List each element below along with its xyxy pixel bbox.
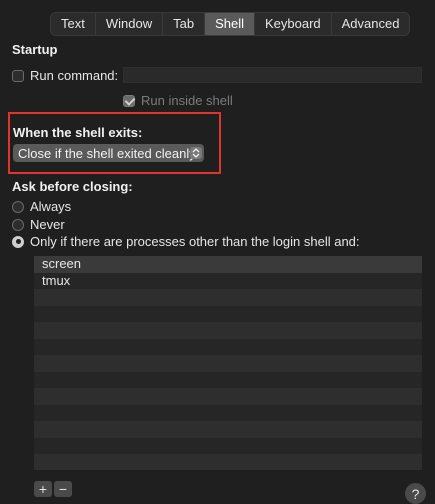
run-inside-shell-label: Run inside shell bbox=[141, 93, 233, 108]
list-item[interactable]: tmux bbox=[34, 272, 422, 289]
radio-always-row: Always bbox=[12, 199, 71, 214]
tab-text[interactable]: Text bbox=[51, 13, 95, 35]
run-command-field[interactable] bbox=[123, 67, 422, 83]
empty-list-row bbox=[34, 437, 422, 454]
list-edit-buttons: + − bbox=[34, 481, 72, 497]
empty-list-row bbox=[34, 404, 422, 421]
empty-list-row bbox=[34, 371, 422, 388]
radio-only-if-processes[interactable] bbox=[12, 235, 24, 248]
empty-list-row bbox=[34, 305, 422, 322]
run-command-row: Run command: bbox=[12, 68, 118, 83]
run-inside-shell-row: Run inside shell bbox=[123, 93, 233, 108]
list-item[interactable]: screen bbox=[34, 256, 422, 273]
tab-tab[interactable]: Tab bbox=[162, 13, 204, 35]
radio-only-if-row: Only if there are processes other than t… bbox=[12, 234, 360, 249]
up-down-chevron-icon bbox=[190, 147, 202, 159]
tab-window[interactable]: Window bbox=[94, 13, 162, 35]
empty-list-row bbox=[34, 454, 422, 470]
radio-always[interactable] bbox=[12, 200, 24, 213]
startup-heading: Startup bbox=[12, 42, 58, 57]
tab-keyboard[interactable]: Keyboard bbox=[253, 13, 331, 35]
radio-only-if-label: Only if there are processes other than t… bbox=[30, 234, 360, 249]
ask-before-closing-heading: Ask before closing: bbox=[12, 179, 133, 194]
empty-list-row bbox=[34, 355, 422, 372]
radio-always-label: Always bbox=[30, 199, 72, 214]
tab-shell[interactable]: Shell bbox=[204, 13, 254, 35]
help-button[interactable]: ? bbox=[405, 483, 426, 504]
process-list[interactable]: screen tmux bbox=[34, 256, 422, 470]
radio-never-label: Never bbox=[30, 217, 65, 232]
add-button[interactable]: + bbox=[34, 481, 52, 497]
run-command-checkbox[interactable] bbox=[12, 69, 24, 82]
radio-never-row: Never bbox=[12, 217, 65, 232]
empty-list-row bbox=[34, 421, 422, 438]
shell-exit-selected-value: Close if the shell exited cleanly bbox=[18, 145, 196, 161]
empty-list-row bbox=[34, 388, 422, 405]
empty-list-row bbox=[34, 322, 422, 339]
tab-advanced[interactable]: Advanced bbox=[330, 13, 410, 35]
remove-button[interactable]: − bbox=[54, 481, 72, 497]
empty-list-row bbox=[34, 338, 422, 355]
run-inside-shell-checkbox[interactable] bbox=[123, 94, 135, 107]
radio-never[interactable] bbox=[12, 218, 24, 231]
empty-list-row bbox=[34, 289, 422, 306]
shell-exit-popup[interactable]: Close if the shell exited cleanly bbox=[13, 144, 204, 162]
run-command-label: Run command: bbox=[30, 68, 119, 83]
preferences-tab-bar: Text Window Tab Shell Keyboard Advanced bbox=[50, 12, 411, 36]
shell-exit-heading: When the shell exits: bbox=[13, 125, 143, 140]
highlight-box bbox=[8, 112, 221, 174]
